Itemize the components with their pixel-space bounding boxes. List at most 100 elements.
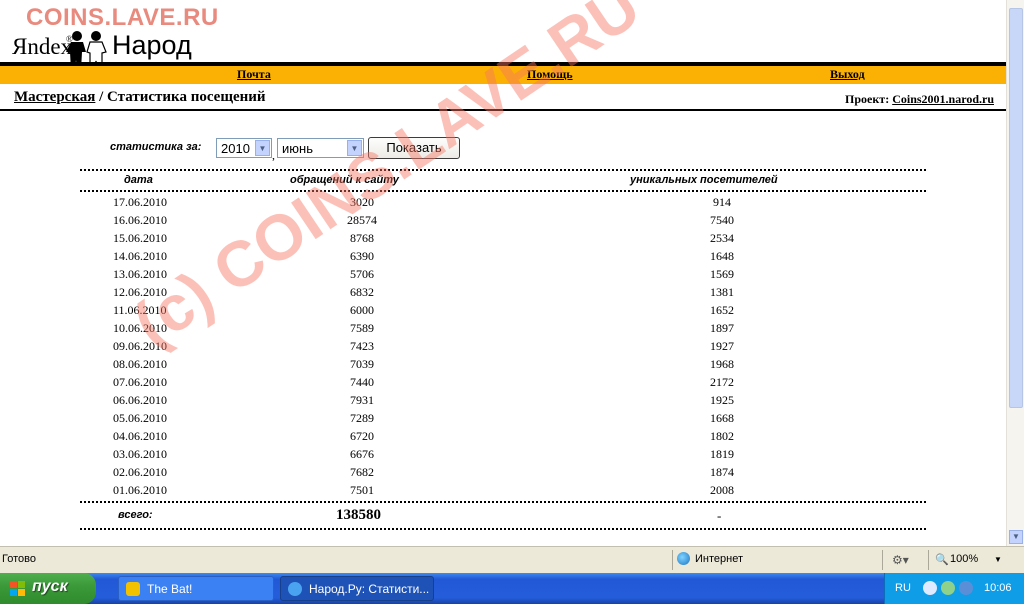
header-hits: обращений к сайту (290, 174, 399, 186)
cell-hits: 8768 (350, 231, 374, 245)
table-row: 12.06.2010 6832 1381 (0, 284, 1006, 302)
cell-hits: 7589 (350, 321, 374, 335)
table-header-border (80, 190, 926, 192)
cell-date: 14.06.2010 (113, 249, 167, 263)
table-row: 09.06.2010 7423 1927 (0, 338, 1006, 356)
cell-date: 02.06.2010 (113, 465, 167, 479)
cell-unique: 1569 (710, 267, 734, 281)
cell-hits: 6832 (350, 285, 374, 299)
nav-mail-link[interactable]: Почта (237, 67, 271, 82)
scrollbar-thumb[interactable] (1009, 8, 1023, 408)
taskbar-item-label: Народ.Ру: Статисти... (309, 582, 430, 596)
zoom-icon[interactable]: 🔍 (935, 553, 949, 566)
total-hits: 138580 (336, 507, 381, 523)
cell-date: 13.06.2010 (113, 267, 167, 281)
month-select[interactable]: июнь ▼ (277, 138, 364, 158)
breadcrumb-workshop-link[interactable]: Мастерская (14, 89, 95, 105)
table-row: 08.06.2010 7039 1968 (0, 356, 1006, 374)
scroll-down-icon[interactable]: ▼ (1009, 530, 1023, 544)
table-row: 04.06.2010 6720 1802 (0, 428, 1006, 446)
table-row: 14.06.2010 6390 1648 (0, 248, 1006, 266)
cell-unique: 2534 (710, 231, 734, 245)
header-unique: уникальных посетителей (630, 174, 778, 186)
project-link[interactable]: Coins2001.narod.ru (892, 92, 994, 106)
tray-arrow-icon[interactable] (923, 581, 937, 595)
cell-date: 06.06.2010 (113, 393, 167, 407)
table-row: 03.06.2010 6676 1819 (0, 446, 1006, 464)
table-row: 15.06.2010 8768 2534 (0, 230, 1006, 248)
start-label: пуск (32, 578, 68, 595)
breadcrumb: Мастерская / Статистика посещений (14, 89, 266, 106)
zoom-level[interactable]: 100% (950, 553, 978, 565)
year-select-value: 2010 (221, 141, 250, 156)
taskbar-item-thebat[interactable]: The Bat! (118, 576, 274, 601)
month-select-value: июнь (282, 141, 313, 156)
internet-explorer-icon (288, 582, 302, 596)
table-row: 01.06.2010 7501 2008 (0, 482, 1006, 500)
cell-hits: 7423 (350, 339, 374, 353)
clock: 10:06 (984, 582, 1012, 594)
system-tray: RU 10:06 (884, 573, 1024, 604)
cell-date: 12.06.2010 (113, 285, 167, 299)
zoom-chevron-down-icon[interactable]: ▼ (994, 555, 1002, 564)
cell-unique: 1927 (710, 339, 734, 353)
total-unique: - (717, 508, 722, 523)
cell-hits: 6000 (350, 303, 374, 317)
tray-network-icon[interactable] (959, 581, 973, 595)
cell-unique: 1874 (710, 465, 734, 479)
cell-date: 10.06.2010 (113, 321, 167, 335)
cell-hits: 7039 (350, 357, 374, 371)
taskbar-item-label: The Bat! (147, 582, 193, 596)
cell-unique: 2008 (710, 483, 734, 497)
logo-yandex-text: Яndex (12, 34, 73, 59)
cell-unique: 1381 (710, 285, 734, 299)
site-watermark: COINS.LAVE.RU (26, 4, 219, 31)
status-separator (882, 550, 883, 570)
cell-date: 17.06.2010 (113, 195, 167, 209)
table-row: 11.06.2010 6000 1652 (0, 302, 1006, 320)
cell-hits: 7440 (350, 375, 374, 389)
status-separator (928, 550, 929, 570)
chevron-down-icon[interactable]: ▼ (255, 140, 270, 156)
nav-exit-link[interactable]: Выход (830, 67, 865, 82)
table-row: 02.06.2010 7682 1874 (0, 464, 1006, 482)
project-info: Проект: Coins2001.narod.ru (845, 92, 994, 107)
table-bottom-border (80, 528, 926, 530)
cell-date: 05.06.2010 (113, 411, 167, 425)
logo-registered: ® (66, 34, 73, 44)
cell-date: 03.06.2010 (113, 447, 167, 461)
table-row: 06.06.2010 7931 1925 (0, 392, 1006, 410)
security-zone: Интернет (695, 553, 743, 565)
cell-unique: 1668 (710, 411, 734, 425)
stats-table-body: 17.06.2010 3020 914 16.06.2010 28574 7540 15.0… (0, 194, 1006, 500)
chevron-down-icon[interactable]: ▼ (347, 140, 362, 156)
table-total-border (80, 501, 926, 503)
cell-unique: 1925 (710, 393, 734, 407)
windows-taskbar: пуск The Bat! Народ.Ру: Статисти... RU 1… (0, 573, 1024, 604)
taskbar-item-browser[interactable]: Народ.Ру: Статисти... (280, 576, 434, 601)
start-button[interactable]: пуск (0, 573, 96, 604)
cell-date: 11.06.2010 (113, 303, 167, 317)
protected-mode-icon[interactable]: ⚙▾ (892, 553, 909, 567)
cell-hits: 28574 (347, 213, 377, 227)
globe-icon (677, 552, 690, 565)
cell-unique: 1968 (710, 357, 734, 371)
cell-unique: 1897 (710, 321, 734, 335)
select-comma: , (272, 148, 275, 162)
cell-date: 15.06.2010 (113, 231, 167, 245)
vertical-scrollbar[interactable]: ▼ (1006, 0, 1024, 546)
tray-app-icon[interactable] (941, 581, 955, 595)
cell-unique: 2172 (710, 375, 734, 389)
cell-unique: 7540 (710, 213, 734, 227)
language-indicator[interactable]: RU (895, 582, 911, 594)
status-text: Готово (2, 553, 36, 565)
cell-unique: 914 (713, 195, 731, 209)
breadcrumb-separator: / (95, 89, 108, 105)
nav-help-link[interactable]: Помощь (527, 67, 573, 82)
cell-date: 07.06.2010 (113, 375, 167, 389)
cell-hits: 5706 (350, 267, 374, 281)
show-button[interactable]: Показать (368, 137, 460, 159)
table-row: 05.06.2010 7289 1668 (0, 410, 1006, 428)
year-select[interactable]: 2010 ▼ (216, 138, 272, 158)
table-row: 07.06.2010 7440 2172 (0, 374, 1006, 392)
